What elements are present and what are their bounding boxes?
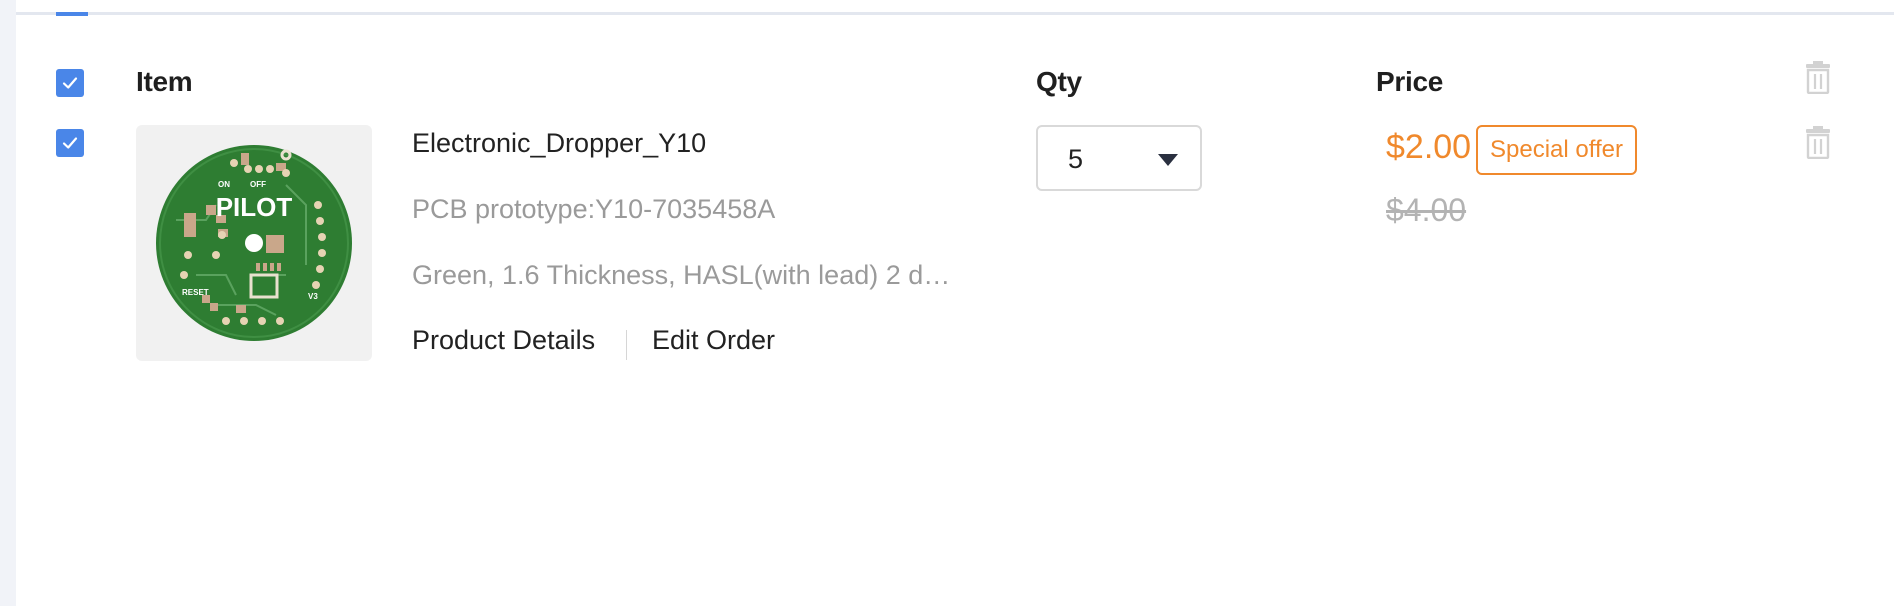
chevron-down-icon	[1158, 154, 1178, 166]
pcb-on-label: ON	[218, 180, 230, 189]
quantity-select[interactable]: 5	[1036, 125, 1202, 191]
original-price: $4.00	[1386, 192, 1467, 228]
product-details-link[interactable]: Product Details	[412, 325, 595, 356]
pcb-board-image: PILOT ON OFF RESET V3	[156, 145, 352, 341]
check-icon	[62, 77, 78, 89]
column-header-item: Item	[136, 66, 193, 97]
item-checkbox[interactable]	[56, 129, 84, 157]
column-header-qty: Qty	[1036, 66, 1082, 97]
cart-panel: Item Qty Price PILOT ON OFF RESET V3 Ele…	[16, 0, 1894, 606]
delete-selected-trash-icon[interactable]	[1804, 60, 1832, 94]
pcb-reset-label: RESET	[182, 288, 209, 297]
product-thumbnail[interactable]: PILOT ON OFF RESET V3	[136, 125, 372, 361]
delete-item-trash-icon[interactable]	[1804, 125, 1832, 159]
active-tab-indicator	[56, 12, 88, 16]
product-prototype: PCB prototype:Y10-7035458A	[412, 194, 776, 224]
check-icon	[62, 137, 78, 149]
product-name[interactable]: Electronic_Dropper_Y10	[412, 128, 706, 159]
column-header-price: Price	[1376, 66, 1443, 97]
pcb-off-label: OFF	[250, 180, 266, 189]
quantity-value: 5	[1068, 144, 1084, 174]
pcb-brand-text: PILOT	[216, 192, 293, 222]
current-price: $2.00	[1386, 128, 1472, 166]
edit-order-link[interactable]: Edit Order	[652, 325, 775, 356]
select-all-checkbox[interactable]	[56, 69, 84, 97]
link-divider	[626, 330, 627, 360]
special-offer-badge: Special offer	[1476, 125, 1637, 175]
tab-divider	[16, 12, 1894, 15]
pcb-version-label: V3	[308, 292, 318, 301]
product-specs: Green, 1.6 Thickness, HASL(with lead) 2 …	[412, 260, 951, 290]
